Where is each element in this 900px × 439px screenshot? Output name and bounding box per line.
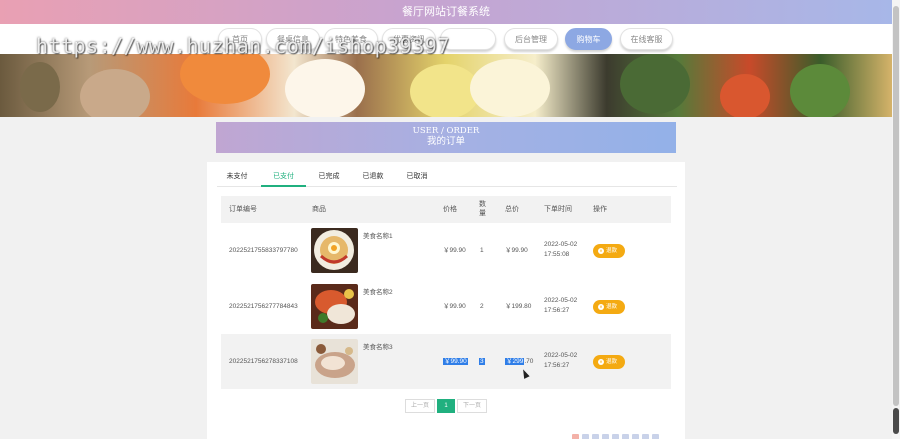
unit-price: ￥99.90 [443,303,466,310]
col-goods: 商品 [312,206,326,213]
nav-online-service[interactable]: 在线客服 [620,28,673,50]
toolbar-icon[interactable] [582,434,589,439]
nav-cart[interactable]: 购物车 [565,28,612,50]
order-clock: 17:56:27 [544,362,570,369]
tab-paid[interactable]: 已支付 [261,170,306,187]
selected-text: 3 [479,358,485,365]
refund-icon: ¥ [598,303,604,310]
selected-text: ￥299 [505,358,525,365]
order-status-tabs: 未支付 已支付 已完成 已退款 已取消 [217,170,677,187]
refund-button[interactable]: ¥ 退款 [593,244,625,258]
toolbar-icon[interactable] [612,434,619,439]
pagination-next[interactable]: 下一页 [457,399,487,413]
table-row: 20225217558337977​80 美食名称1 ￥99.90 1 ￥99.… [221,223,671,278]
refund-icon: ¥ [598,358,604,365]
app-title: 餐厅网站订餐系统 [402,6,490,18]
toolbar-icon[interactable] [632,434,639,439]
section-title-zh: 我的订单 [426,136,465,147]
total-price: ￥299.70 [505,334,533,389]
order-date: 2022-05-02 [544,241,578,248]
orders-table-header: 订单编号 商品 价格 数量 总价 下单时间 操作 [221,196,671,223]
toolbar-icon[interactable] [622,434,629,439]
refund-label: 退款 [606,248,618,254]
section-title-en: USER / ORDER [412,126,480,136]
floating-toolbar [572,428,662,439]
selected-text: ￥99.90 [443,358,468,365]
col-order-no: 订单编号 [229,206,257,213]
pagination-prev[interactable]: 上一页 [405,399,435,413]
section-header: USER / ORDER 我的订单 [216,122,676,153]
goods-name: 美食名称2 [363,289,393,296]
total-price: ￥199.80 [505,303,532,310]
total-price-rest: .70 [524,358,534,365]
toolbar-icon[interactable] [572,434,579,439]
col-action: 操作 [593,206,607,213]
quantity: 3 [479,334,485,389]
refund-icon: ¥ [598,247,604,254]
refund-button[interactable]: ¥ 退款 [593,300,625,314]
scrollbar-thumb-dark[interactable] [893,408,899,434]
hero-banner-image [0,54,892,117]
page-scrollbar[interactable] [892,0,900,439]
unit-price: ￥99.90 [443,334,468,389]
col-order-time: 下单时间 [544,206,572,213]
goods-thumbnail [311,284,358,329]
order-date: 2022-05-02 [544,297,578,304]
nav-admin[interactable]: 后台管理 [504,28,558,50]
toolbar-icon[interactable] [652,434,659,439]
refund-label: 退款 [606,304,618,310]
watermark-text: https://www.huzhan.com/ishop39397 [36,34,450,58]
toolbar-icon[interactable] [592,434,599,439]
order-number: 20225217558337977​80 [229,247,298,254]
goods-thumbnail [311,228,358,273]
quantity: 2 [480,303,484,310]
app-title-bar: 餐厅网站订餐系统 [0,0,892,24]
quantity: 1 [480,247,484,254]
tab-refunded[interactable]: 已退款 [353,170,393,187]
goods-name: 美食名称1 [363,233,393,240]
tab-unpaid[interactable]: 未支付 [217,170,257,187]
tab-completed[interactable]: 已完成 [309,170,349,187]
toolbar-icon[interactable] [602,434,609,439]
total-price: ￥99.90 [505,247,528,254]
unit-price: ￥99.90 [443,247,466,254]
tab-cancelled[interactable]: 已取消 [397,170,437,187]
goods-name: 美食名称3 [363,344,393,351]
table-row: 2022521756277784843 美食名称2 ￥99.90 2 ￥199.… [221,279,671,334]
order-clock: 17:56:27 [544,307,570,314]
order-date: 2022-05-02 [544,352,578,359]
goods-thumbnail [311,339,358,384]
pagination-page-current[interactable]: 1 [437,399,455,413]
table-row: 2022521756278337108 美食名称3 ￥99.90 3 ￥299.… [221,334,671,389]
col-price: 价格 [443,206,457,213]
toolbar-icon[interactable] [642,434,649,439]
col-total: 总价 [505,206,519,213]
order-clock: 17:55:08 [544,251,570,258]
scrollbar-thumb[interactable] [893,6,899,406]
refund-label: 退款 [606,359,618,365]
order-number: 2022521756278337108 [229,358,298,365]
order-number: 2022521756277784843 [229,303,298,310]
order-time: 2022-05-02 17:56:27 [544,351,577,406]
refund-button[interactable]: ¥ 退款 [593,355,625,369]
